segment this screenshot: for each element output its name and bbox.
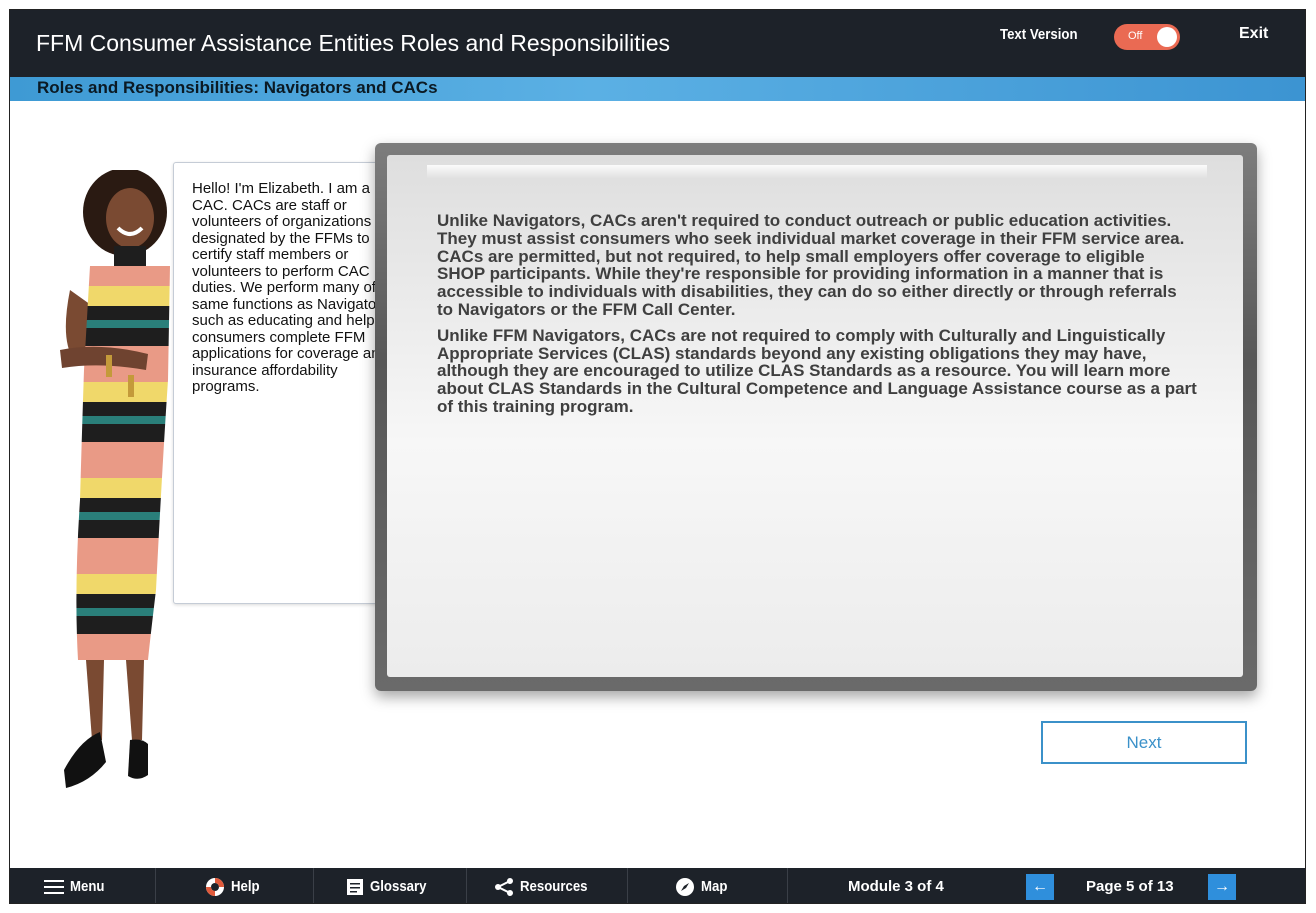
- header-bar: FFM Consumer Assistance Entities Roles a…: [10, 10, 1305, 78]
- whiteboard-highlight: [427, 165, 1207, 179]
- section-title: Roles and Responsibilities: Navigators a…: [37, 78, 438, 97]
- glossary-book-icon: [347, 878, 363, 895]
- app-title: FFM Consumer Assistance Entities Roles a…: [36, 30, 671, 56]
- toggle-state-label: Off: [1128, 30, 1143, 42]
- toggle-knob: [1157, 27, 1177, 47]
- arrow-left-icon: ←: [1032, 878, 1048, 895]
- footer-divider: [466, 868, 467, 903]
- footer-divider: [313, 868, 314, 903]
- compass-icon: [676, 877, 694, 896]
- footer-divider: [787, 868, 788, 903]
- exit-button[interactable]: Exit: [1239, 25, 1268, 43]
- whiteboard-text: Unlike Navigators, CACs aren't required …: [437, 212, 1197, 424]
- whiteboard-paragraph-1: Unlike Navigators, CACs aren't required …: [437, 211, 1185, 319]
- footer-divider: [627, 868, 628, 903]
- help-button[interactable]: Help: [205, 868, 264, 903]
- previous-page-button[interactable]: ←: [1026, 874, 1054, 900]
- share-icon: [495, 877, 513, 896]
- glossary-button[interactable]: Glossary: [346, 868, 434, 903]
- footer-bar: Menu Help Glossary Resources Map Module …: [10, 868, 1305, 903]
- next-button[interactable]: Next: [1041, 721, 1247, 764]
- resources-label: Resources: [520, 878, 588, 895]
- character-illustration: [60, 170, 170, 788]
- menu-button[interactable]: Menu: [44, 868, 109, 903]
- resources-button[interactable]: Resources: [494, 868, 597, 903]
- text-version-label: Text Version: [1000, 26, 1078, 43]
- speech-bubble-text: Hello! I'm Elizabeth. I am a CAC. CACs a…: [192, 180, 401, 395]
- arrow-right-icon: →: [1214, 878, 1230, 895]
- next-page-button[interactable]: →: [1208, 874, 1236, 900]
- section-title-bar: Roles and Responsibilities: Navigators a…: [10, 77, 1305, 101]
- map-button[interactable]: Map: [675, 868, 731, 903]
- glossary-label: Glossary: [370, 878, 427, 895]
- text-version-toggle[interactable]: Off: [1114, 24, 1180, 50]
- hamburger-icon: [44, 879, 64, 894]
- map-label: Map: [701, 878, 728, 895]
- page-indicator: Page 5 of 13: [1086, 878, 1174, 895]
- course-player: FFM Consumer Assistance Entities Roles a…: [9, 9, 1306, 904]
- lifebuoy-icon: [206, 877, 224, 896]
- whiteboard-paragraph-2: Unlike FFM Navigators, CACs are not requ…: [437, 325, 1197, 416]
- module-indicator: Module 3 of 4: [848, 878, 944, 895]
- footer-divider: [155, 868, 156, 903]
- menu-label: Menu: [70, 878, 105, 895]
- help-label: Help: [231, 878, 260, 895]
